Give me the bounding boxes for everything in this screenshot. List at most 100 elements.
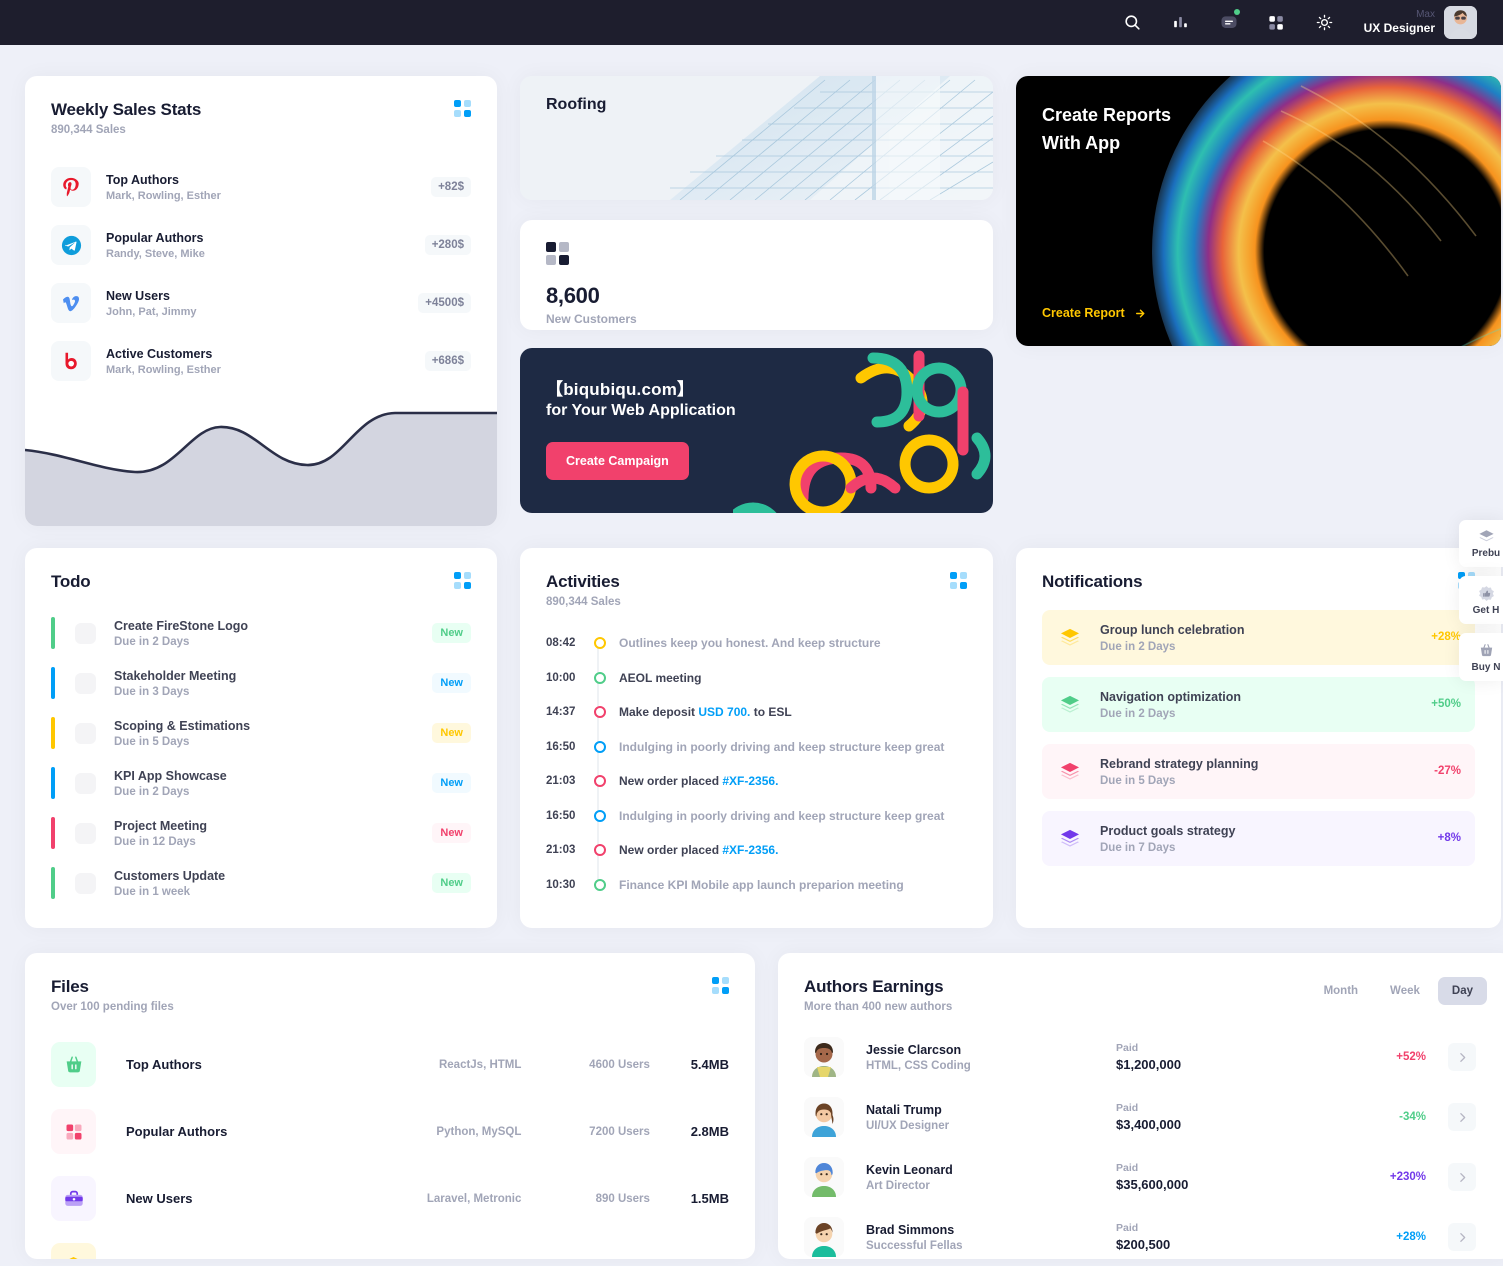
tab-day[interactable]: Day — [1437, 977, 1487, 1005]
list-item[interactable]: Popular Authors Randy, Steve, Mike +280$ — [51, 216, 471, 274]
list-item[interactable]: Stakeholder Meeting Due in 3 Days New — [51, 658, 471, 708]
table-row[interactable]: Popular Authors Python, MySQL 7200 Users… — [51, 1098, 729, 1165]
list-item[interactable]: New Users John, Pat, Jimmy +4500$ — [51, 274, 471, 332]
search-icon[interactable] — [1118, 8, 1148, 38]
todo-checkbox[interactable] — [75, 622, 96, 644]
status-badge: New — [432, 723, 471, 743]
create-campaign-button[interactable]: Create Campaign — [546, 442, 689, 480]
todo-checkbox[interactable] — [75, 672, 96, 694]
list-item[interactable]: Scoping & Estimations Due in 5 Days New — [51, 708, 471, 758]
user-menu[interactable]: Max UX Designer — [1364, 6, 1477, 39]
activities-timeline: 08:42 Outlines keep you honest. And keep… — [520, 608, 993, 902]
timeline-dot — [594, 775, 606, 788]
table-row[interactable]: Active Customers AngularJS, C# 4600 User… — [51, 1232, 729, 1259]
todo-card: Todo Create FireStone Logo Due in 2 Days… — [25, 548, 497, 928]
table-row[interactable]: Top Authors ReactJs, HTML 4600 Users 5.4… — [51, 1031, 729, 1098]
arrow-right-icon — [1135, 309, 1145, 317]
chart-icon[interactable] — [1166, 8, 1196, 38]
telegram-icon — [51, 225, 91, 265]
chevron-right-icon[interactable] — [1448, 1163, 1476, 1191]
file-name: Top Authors — [126, 1057, 202, 1072]
list-item[interactable]: Create FireStone Logo Due in 2 Days New — [51, 608, 471, 658]
todo-checkbox[interactable] — [75, 822, 96, 844]
todo-title: Todo — [51, 572, 91, 591]
create-report-link[interactable]: Create Report — [1042, 306, 1147, 320]
chevron-right-icon[interactable] — [1448, 1103, 1476, 1131]
prebuilt-button[interactable]: Prebu — [1459, 520, 1503, 567]
chevron-right-icon[interactable] — [1448, 1223, 1476, 1251]
list-item[interactable]: 16:50 Indulging in poorly driving and ke… — [546, 730, 967, 765]
list-item[interactable]: Navigation optimization Due in 2 Days +5… — [1042, 676, 1475, 732]
chevron-right-icon[interactable] — [1448, 1043, 1476, 1071]
authors-earnings-card: Authors Earnings More than 400 new autho… — [778, 953, 1503, 1259]
list-item[interactable]: Product goals strategy Due in 7 Days +8% — [1042, 810, 1475, 866]
todo-menu-icon[interactable] — [454, 572, 471, 589]
table-row[interactable]: Natali Trump UI/UX Designer Paid $3,400,… — [804, 1087, 1487, 1147]
activity-link[interactable]: #XF-2356. — [722, 843, 778, 857]
list-item-value: +686$ — [424, 351, 471, 371]
list-item-meta: Due in 5 Days — [114, 736, 190, 749]
tab-month[interactable]: Month — [1310, 977, 1372, 1005]
timeline-dot — [594, 706, 606, 719]
list-item[interactable]: 10:30 Finance KPI Mobile app launch prep… — [546, 868, 967, 903]
weekly-sales-area-chart — [25, 394, 497, 526]
list-item[interactable]: 16:50 Indulging in poorly driving and ke… — [546, 799, 967, 834]
weekly-sales-menu-icon[interactable] — [454, 100, 471, 117]
todo-checkbox[interactable] — [75, 872, 96, 894]
todo-checkbox[interactable] — [75, 772, 96, 794]
grid-icon[interactable] — [1262, 8, 1292, 38]
todo-checkbox[interactable] — [75, 722, 96, 744]
activity-link[interactable]: #XF-2356. — [722, 774, 778, 788]
get-help-button[interactable]: Get H — [1459, 576, 1503, 624]
campaign-decoration — [729, 348, 993, 513]
list-item-title: Active Customers — [106, 347, 213, 362]
list-item[interactable]: Project Meeting Due in 12 Days New — [51, 808, 471, 858]
activity-time: 21:03 — [546, 844, 576, 857]
list-item-title: Popular Authors — [106, 231, 204, 246]
list-item[interactable]: Active Customers Mark, Rowling, Esther +… — [51, 332, 471, 390]
chat-notification-dot — [1233, 8, 1240, 15]
roofing-card[interactable]: Roofing — [520, 76, 993, 200]
list-item[interactable]: 21:03 New order placed #XF-2356. — [546, 833, 967, 868]
list-item[interactable]: Customers Update Due in 1 week New — [51, 858, 471, 908]
list-item[interactable]: KPI App Showcase Due in 2 Days New — [51, 758, 471, 808]
author-percent: +28% — [1396, 1231, 1426, 1243]
list-item[interactable]: Group lunch celebration Due in 2 Days +2… — [1042, 610, 1475, 665]
buy-now-button[interactable]: Buy N — [1459, 633, 1503, 681]
table-row[interactable]: Brad Simmons Successful Fellas Paid $200… — [804, 1207, 1487, 1259]
theme-icon[interactable] — [1310, 8, 1340, 38]
list-item[interactable]: Top Authors Mark, Rowling, Esther +82$ — [51, 158, 471, 216]
avatar[interactable] — [1444, 6, 1477, 39]
list-item[interactable]: 10:00 AEOL meeting — [546, 661, 967, 696]
table-row[interactable]: Jessie Clarcson HTML, CSS Coding Paid $1… — [804, 1027, 1487, 1087]
timeline-dot — [594, 844, 606, 857]
file-size: 1.5MB — [690, 1191, 729, 1206]
list-item[interactable]: Rebrand strategy planning Due in 5 Days … — [1042, 743, 1475, 799]
list-item[interactable]: 08:42 Outlines keep you honest. And keep… — [546, 626, 967, 661]
files-menu-icon[interactable] — [712, 977, 729, 994]
activity-text-pre: New order placed — [619, 843, 723, 858]
notifications-card: Notifications Group lunch celebration Du… — [1016, 548, 1501, 928]
buy-now-label: Buy N — [1471, 662, 1501, 673]
dashboard-content: Weekly Sales Stats 890,344 Sales Top Aut… — [0, 45, 1503, 1259]
activity-link[interactable]: USD 700. — [698, 705, 750, 719]
tab-week[interactable]: Week — [1376, 977, 1434, 1005]
table-row[interactable]: Kevin Leonard Art Director Paid $35,600,… — [804, 1147, 1487, 1207]
activities-card: Activities 890,344 Sales 08:42 Outlines … — [520, 548, 993, 928]
activity-text: Indulging in poorly driving and keep str… — [619, 739, 945, 754]
table-row[interactable]: New Users Laravel, Metronic 890 Users 1.… — [51, 1165, 729, 1232]
row-middle: Todo Create FireStone Logo Due in 2 Days… — [25, 548, 1501, 928]
list-item[interactable]: 21:03 New order placed #XF-2356. — [546, 764, 967, 799]
chat-icon[interactable] — [1214, 8, 1244, 38]
list-item[interactable]: 14:37 Make deposit USD 700. to ESL — [546, 695, 967, 730]
basket-icon — [51, 1042, 96, 1087]
list-item-title: KPI App Showcase — [114, 768, 227, 783]
list-item-meta: Mark, Rowling, Esther — [106, 363, 221, 376]
right-rail: Prebu Get H Buy N — [1459, 520, 1503, 690]
col-right: Create Reports With App Create Report — [1016, 76, 1501, 526]
activity-time: 16:50 — [546, 809, 576, 822]
create-reports-card: Create Reports With App Create Report — [1016, 76, 1501, 346]
activities-menu-icon[interactable] — [950, 572, 967, 589]
activity-time: 10:00 — [546, 671, 576, 684]
notifications-header: Notifications — [1016, 548, 1501, 592]
